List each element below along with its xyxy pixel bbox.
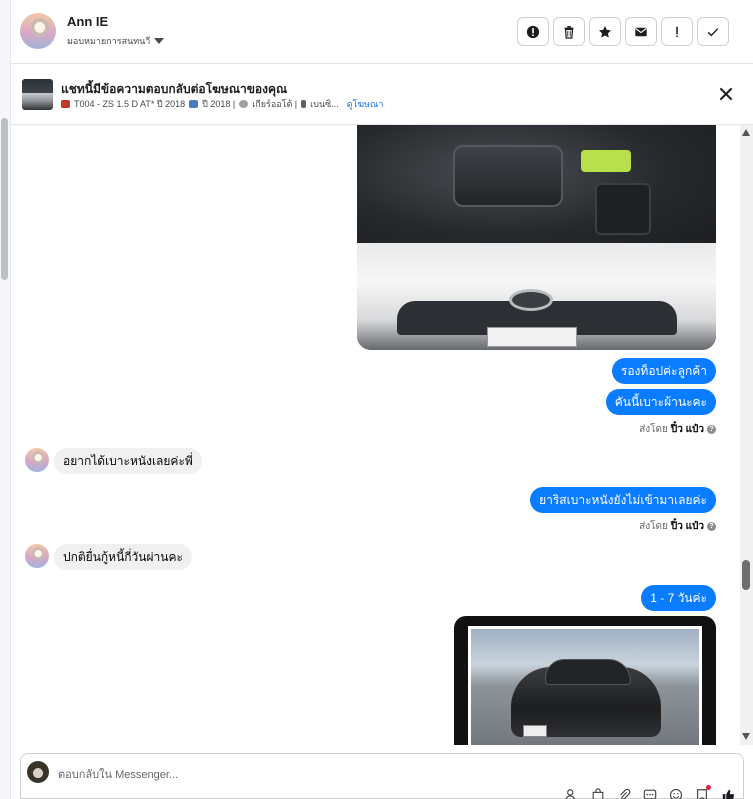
outgoing-message[interactable]: 1 - 7 วันค่ะ bbox=[641, 585, 716, 611]
left-scrollbar[interactable] bbox=[0, 0, 11, 799]
outgoing-message[interactable]: คันนี้เบาะผ้านะคะ bbox=[605, 389, 716, 415]
ad-year: ปี 2018 | bbox=[202, 99, 236, 109]
ad-reply-banner: แชทนี้มีข้อความตอบกลับต่อโฆษณาของคุณ T00… bbox=[11, 65, 753, 125]
sent-by-info: ส่งโดย ปิ๋ว แป๋ว ? bbox=[639, 519, 716, 534]
like-icon[interactable] bbox=[721, 788, 735, 799]
help-icon[interactable]: ? bbox=[707, 425, 716, 434]
shopping-bag-icon[interactable] bbox=[591, 788, 605, 799]
reply-composer[interactable]: ตอบกลับใน Messenger... bbox=[20, 753, 744, 799]
incoming-message[interactable]: อยากได้เบาะหนังเลยค่ะพี่ bbox=[54, 448, 202, 474]
label-icon[interactable] bbox=[695, 785, 711, 799]
thread-scrollbar-thumb[interactable] bbox=[742, 560, 750, 590]
message-thread[interactable]: รองท็อปค่ะลูกค้า คันนี้เบาะผ้านะคะ ส่งโด… bbox=[11, 125, 740, 745]
sent-by-label: ส่งโดย bbox=[639, 424, 668, 435]
caret-down-icon bbox=[154, 38, 165, 44]
calendar-emoji-icon bbox=[189, 100, 199, 108]
star-button[interactable] bbox=[589, 17, 621, 46]
gear-emoji-icon bbox=[239, 100, 249, 108]
delete-button[interactable] bbox=[553, 17, 585, 46]
assign-conversation-label: มอบหมายการสนทนาี bbox=[67, 36, 151, 46]
page-avatar bbox=[27, 761, 49, 783]
follow-up-button[interactable] bbox=[661, 17, 693, 46]
saved-replies-icon[interactable] bbox=[643, 788, 657, 799]
star-icon bbox=[598, 25, 612, 38]
assign-conversation-dropdown[interactable]: มอบหมายการสนทนาี bbox=[67, 34, 165, 48]
sent-by-label: ส่งโดย bbox=[639, 521, 668, 532]
envelope-icon bbox=[635, 27, 647, 36]
sender-name[interactable]: ปิ๋ว แป๋ว bbox=[671, 519, 704, 534]
header-actions bbox=[517, 17, 729, 46]
ad-gear: เกียร์ออโต้ | bbox=[252, 99, 298, 109]
ad-banner-meta: T004 - ZS 1.5 D AT* ปี 2018 ปี 2018 | เก… bbox=[61, 97, 383, 111]
outgoing-message[interactable]: ยาริสเบาะหนังยังไม่เข้ามาเลยค่ะ bbox=[530, 487, 716, 513]
conversation-header: Ann IE มอบหมายการสนทนาี bbox=[11, 0, 753, 64]
mark-important-button[interactable] bbox=[517, 17, 549, 46]
help-icon[interactable]: ? bbox=[707, 522, 716, 531]
attachment-icon[interactable] bbox=[617, 788, 631, 799]
scroll-down-icon[interactable] bbox=[742, 733, 750, 740]
incoming-message[interactable]: ปกติยื่นกู้หนี้กี่วันผ่านคะ bbox=[54, 544, 192, 570]
ad-thumbnail[interactable] bbox=[22, 79, 53, 110]
trash-icon bbox=[564, 25, 574, 39]
contact-avatar-small[interactable] bbox=[25, 544, 49, 568]
contact-avatar[interactable] bbox=[20, 13, 56, 49]
reply-input[interactable]: ตอบกลับใน Messenger... bbox=[58, 765, 178, 783]
car-emoji-icon bbox=[61, 100, 70, 108]
ad-model: T004 - ZS 1.5 D AT* ปี 2018 bbox=[74, 99, 186, 109]
scroll-up-icon[interactable] bbox=[742, 129, 750, 136]
email-button[interactable] bbox=[625, 17, 657, 46]
sent-by-info: ส่งโดย ปิ๋ว แป๋ว ? bbox=[639, 422, 716, 437]
add-contact-icon[interactable] bbox=[565, 788, 579, 799]
ad-fuel: เบนซิ... bbox=[310, 99, 339, 109]
car-photo-attachment[interactable] bbox=[454, 616, 716, 745]
outgoing-message[interactable]: รองท็อปค่ะลูกค้า bbox=[611, 358, 716, 384]
exclamation-icon bbox=[676, 26, 678, 37]
engine-photo[interactable] bbox=[357, 125, 716, 350]
composer-tools bbox=[565, 785, 735, 799]
thread-scrollbar[interactable] bbox=[740, 125, 753, 745]
mark-done-button[interactable] bbox=[697, 17, 729, 46]
view-ad-link[interactable]: ดูโฆษณา bbox=[347, 97, 384, 111]
fuel-emoji-icon bbox=[301, 100, 307, 108]
contact-avatar-small[interactable] bbox=[25, 448, 49, 472]
contact-name[interactable]: Ann IE bbox=[67, 14, 108, 29]
emoji-icon[interactable] bbox=[669, 788, 683, 799]
close-icon[interactable] bbox=[717, 85, 735, 103]
alert-circle-icon bbox=[526, 25, 540, 38]
check-icon bbox=[707, 27, 719, 36]
sender-name[interactable]: ปิ๋ว แป๋ว bbox=[671, 422, 704, 437]
left-scrollbar-thumb[interactable] bbox=[1, 118, 8, 280]
